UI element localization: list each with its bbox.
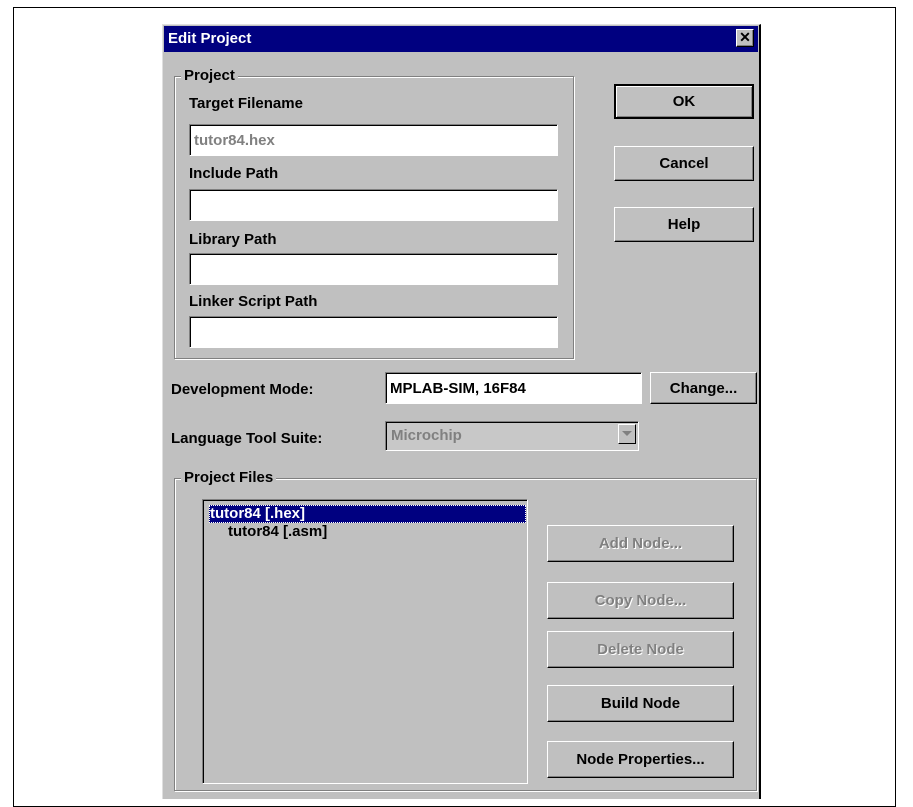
project-files-group-label: Project Files [181,469,277,486]
close-button[interactable]: ✕ [736,29,754,47]
chevron-down-icon [622,431,632,436]
target-filename-label: Target Filename [189,95,303,112]
project-files-group: Project Files tutor84 [.hex] tutor84 [.a… [174,469,757,791]
build-node-button[interactable]: Build Node [547,685,734,722]
project-group-label: Project [181,67,238,84]
target-filename-field[interactable] [189,124,558,156]
close-icon: ✕ [739,29,751,45]
target-filename-input[interactable] [190,125,557,155]
ok-button[interactable]: OK [614,84,754,119]
language-tool-suite-value: Microchip [391,427,462,444]
development-mode-value [386,373,641,403]
project-group: Project Target Filename Include Path Lib… [174,67,574,359]
help-button[interactable]: Help [614,207,754,242]
library-path-input[interactable] [190,254,557,284]
include-path-input[interactable] [190,190,557,220]
linker-script-path-field[interactable] [189,316,558,348]
project-files-list[interactable]: tutor84 [.hex] tutor84 [.asm] [202,499,528,784]
library-path-field[interactable] [189,253,558,285]
dialog-title: Edit Project [168,30,252,47]
library-path-label: Library Path [189,231,277,248]
copy-node-button[interactable]: Copy Node... [547,582,734,619]
language-tool-suite-dropdown-button [618,424,636,444]
development-mode-label: Development Mode: [171,381,314,398]
include-path-label: Include Path [189,165,279,182]
language-tool-suite-label: Language Tool Suite: [171,430,323,447]
change-button[interactable]: Change... [650,372,757,404]
development-mode-field [385,372,642,404]
linker-script-path-label: Linker Script Path [189,293,318,310]
add-node-button[interactable]: Add Node... [547,525,734,562]
title-bar[interactable]: Edit Project ✕ [164,26,758,52]
edit-project-dialog: Edit Project ✕ Project Target Filename I… [162,24,761,799]
language-tool-suite-select: Microchip [385,421,639,451]
delete-node-button[interactable]: Delete Node [547,631,734,668]
node-properties-button[interactable]: Node Properties... [547,741,734,778]
list-item[interactable]: tutor84 [.hex] [209,505,526,523]
list-item[interactable]: tutor84 [.asm] [228,523,327,540]
include-path-field[interactable] [189,189,558,221]
cancel-button[interactable]: Cancel [614,146,754,181]
linker-script-path-input[interactable] [190,317,557,347]
